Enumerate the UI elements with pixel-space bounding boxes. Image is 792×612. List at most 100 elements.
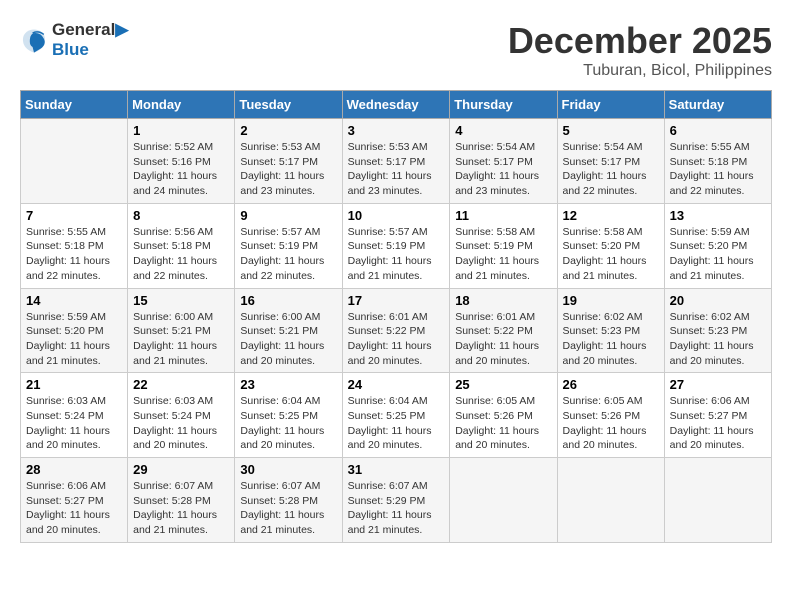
day-number: 4 [455, 123, 551, 138]
title-area: December 2025 Tuburan, Bicol, Philippine… [508, 20, 772, 80]
logo-text: General▶ Blue [52, 20, 128, 59]
header: General▶ Blue December 2025 Tuburan, Bic… [20, 20, 772, 80]
month-title: December 2025 [508, 20, 772, 62]
calendar-cell: 12Sunrise: 5:58 AMSunset: 5:20 PMDayligh… [557, 203, 664, 288]
day-info: Sunrise: 5:55 AMSunset: 5:18 PMDaylight:… [26, 225, 122, 284]
calendar-cell: 29Sunrise: 6:07 AMSunset: 5:28 PMDayligh… [128, 458, 235, 543]
calendar-cell: 24 Sunrise: 6:04 AMSunset: 5:25 PMDayligh… [342, 373, 450, 458]
day-info: Sunrise: 6:07 AMSunset: 5:29 PMDaylight:… [348, 479, 445, 538]
calendar-cell: 4 Sunrise: 5:54 AMSunset: 5:17 PMDaylight… [450, 119, 557, 204]
calendar-cell: 22 Sunrise: 6:03 AMSunset: 5:24 PMDayligh… [128, 373, 235, 458]
day-info: Sunrise: 6:06 AMSunset: 5:27 PMDaylight:… [670, 394, 766, 453]
calendar-cell: 15 Sunrise: 6:00 AMSunset: 5:21 PMDayligh… [128, 288, 235, 373]
calendar-cell: 30 Sunrise: 6:07 AMSunset: 5:28 PMDayligh… [235, 458, 342, 543]
calendar-cell: 3Sunrise: 5:53 AMSunset: 5:17 PMDaylight… [342, 119, 450, 204]
weekday-header-sunday: Sunday [21, 91, 128, 119]
day-number: 20 [670, 293, 766, 308]
calendar-cell: 21Sunrise: 6:03 AMSunset: 5:24 PMDayligh… [21, 373, 128, 458]
day-number: 19 [563, 293, 659, 308]
day-number: 24 [348, 377, 445, 392]
day-number: 31 [348, 462, 445, 477]
day-number: 13 [670, 208, 766, 223]
day-info: Sunrise: 5:53 AMSunset: 5:17 PMDaylight:… [348, 140, 445, 199]
calendar-cell: 13 Sunrise: 5:59 AMSunset: 5:20 PMDayligh… [664, 203, 771, 288]
day-number: 11 [455, 208, 551, 223]
day-info: Sunrise: 5:58 AMSunset: 5:19 PMDaylight:… [455, 225, 551, 284]
day-info: Sunrise: 6:04 AMSunset: 5:25 PMDaylight:… [348, 394, 445, 453]
calendar-cell: 28 Sunrise: 6:06 AMSunset: 5:27 PMDayligh… [21, 458, 128, 543]
weekday-header-wednesday: Wednesday [342, 91, 450, 119]
calendar-cell [664, 458, 771, 543]
day-number: 26 [563, 377, 659, 392]
weekday-header-monday: Monday [128, 91, 235, 119]
calendar-cell: 5 Sunrise: 5:54 AMSunset: 5:17 PMDaylight… [557, 119, 664, 204]
calendar-cell: 26 Sunrise: 6:05 AMSunset: 5:26 PMDayligh… [557, 373, 664, 458]
weekday-header-tuesday: Tuesday [235, 91, 342, 119]
day-number: 16 [240, 293, 336, 308]
day-info: Sunrise: 5:53 AMSunset: 5:17 PMDaylight:… [240, 140, 336, 199]
day-info: Sunrise: 6:03 AMSunset: 5:24 PMDaylight:… [26, 394, 122, 453]
day-number: 14 [26, 293, 122, 308]
day-info: Sunrise: 5:54 AMSunset: 5:17 PMDaylight:… [455, 140, 551, 199]
day-number: 29 [133, 462, 229, 477]
calendar-cell: 1 Sunrise: 5:52 AMSunset: 5:16 PMDaylight… [128, 119, 235, 204]
calendar-cell: 14 Sunrise: 5:59 AMSunset: 5:20 PMDayligh… [21, 288, 128, 373]
day-number: 27 [670, 377, 766, 392]
calendar-cell: 8 Sunrise: 5:56 AMSunset: 5:18 PMDaylight… [128, 203, 235, 288]
day-info: Sunrise: 5:55 AMSunset: 5:18 PMDaylight:… [670, 140, 766, 199]
day-info: Sunrise: 6:00 AMSunset: 5:21 PMDaylight:… [133, 310, 229, 369]
day-info: Sunrise: 5:59 AMSunset: 5:20 PMDaylight:… [26, 310, 122, 369]
day-number: 10 [348, 208, 445, 223]
calendar-week-row: 7 Sunrise: 5:55 AMSunset: 5:18 PMDaylight… [21, 203, 772, 288]
day-number: 22 [133, 377, 229, 392]
logo: General▶ Blue [20, 20, 128, 59]
day-number: 30 [240, 462, 336, 477]
day-number: 5 [563, 123, 659, 138]
calendar-cell: 7 Sunrise: 5:55 AMSunset: 5:18 PMDaylight… [21, 203, 128, 288]
calendar-week-row: 28 Sunrise: 6:06 AMSunset: 5:27 PMDayligh… [21, 458, 772, 543]
day-info: Sunrise: 6:01 AMSunset: 5:22 PMDaylight:… [348, 310, 445, 369]
day-number: 9 [240, 208, 336, 223]
calendar-cell [557, 458, 664, 543]
calendar-cell: 11 Sunrise: 5:58 AMSunset: 5:19 PMDayligh… [450, 203, 557, 288]
day-info: Sunrise: 6:06 AMSunset: 5:27 PMDaylight:… [26, 479, 122, 538]
day-info: Sunrise: 5:59 AMSunset: 5:20 PMDaylight:… [670, 225, 766, 284]
day-info: Sunrise: 6:03 AMSunset: 5:24 PMDaylight:… [133, 394, 229, 453]
day-info: Sunrise: 5:54 AMSunset: 5:17 PMDaylight:… [563, 140, 659, 199]
weekday-header-saturday: Saturday [664, 91, 771, 119]
day-info: Sunrise: 6:05 AMSunset: 5:26 PMDaylight:… [563, 394, 659, 453]
day-info: Sunrise: 6:07 AMSunset: 5:28 PMDaylight:… [240, 479, 336, 538]
day-number: 1 [133, 123, 229, 138]
day-info: Sunrise: 5:57 AMSunset: 5:19 PMDaylight:… [240, 225, 336, 284]
calendar-cell: 25 Sunrise: 6:05 AMSunset: 5:26 PMDayligh… [450, 373, 557, 458]
location-title: Tuburan, Bicol, Philippines [508, 62, 772, 80]
day-number: 28 [26, 462, 122, 477]
day-number: 18 [455, 293, 551, 308]
calendar-cell: 27 Sunrise: 6:06 AMSunset: 5:27 PMDayligh… [664, 373, 771, 458]
calendar-cell: 2 Sunrise: 5:53 AMSunset: 5:17 PMDaylight… [235, 119, 342, 204]
calendar-cell: 31 Sunrise: 6:07 AMSunset: 5:29 PMDayligh… [342, 458, 450, 543]
weekday-header-thursday: Thursday [450, 91, 557, 119]
calendar-cell: 16Sunrise: 6:00 AMSunset: 5:21 PMDayligh… [235, 288, 342, 373]
day-number: 2 [240, 123, 336, 138]
weekday-header-friday: Friday [557, 91, 664, 119]
day-info: Sunrise: 5:56 AMSunset: 5:18 PMDaylight:… [133, 225, 229, 284]
calendar-table: SundayMondayTuesdayWednesdayThursdayFrid… [20, 90, 772, 543]
day-number: 15 [133, 293, 229, 308]
day-number: 12 [563, 208, 659, 223]
day-number: 8 [133, 208, 229, 223]
calendar-cell: 9 Sunrise: 5:57 AMSunset: 5:19 PMDaylight… [235, 203, 342, 288]
day-info: Sunrise: 5:52 AMSunset: 5:16 PMDaylight:… [133, 140, 229, 199]
weekday-header-row: SundayMondayTuesdayWednesdayThursdayFrid… [21, 91, 772, 119]
day-info: Sunrise: 6:01 AMSunset: 5:22 PMDaylight:… [455, 310, 551, 369]
calendar-cell: 20Sunrise: 6:02 AMSunset: 5:23 PMDayligh… [664, 288, 771, 373]
day-info: Sunrise: 6:05 AMSunset: 5:26 PMDaylight:… [455, 394, 551, 453]
day-number: 7 [26, 208, 122, 223]
calendar-cell: 23Sunrise: 6:04 AMSunset: 5:25 PMDayligh… [235, 373, 342, 458]
day-number: 17 [348, 293, 445, 308]
day-number: 25 [455, 377, 551, 392]
calendar-cell [450, 458, 557, 543]
day-info: Sunrise: 6:02 AMSunset: 5:23 PMDaylight:… [563, 310, 659, 369]
calendar-cell: 17 Sunrise: 6:01 AMSunset: 5:22 PMDayligh… [342, 288, 450, 373]
logo-icon [20, 26, 48, 54]
